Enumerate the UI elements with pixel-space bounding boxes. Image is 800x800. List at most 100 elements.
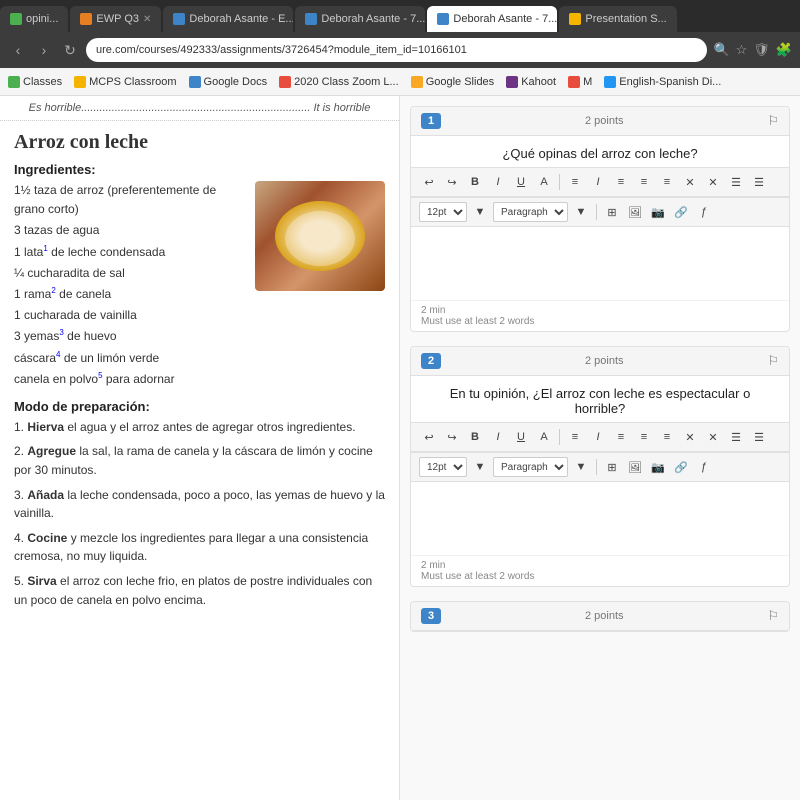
tab-close-ewp[interactable]: ✕ [143,14,151,25]
align-center-button[interactable]: ≡ [657,172,677,192]
bookmark-zoom[interactable]: 2020 Class Zoom L... [279,76,399,88]
tab-icon-presentation [569,13,581,25]
address-input[interactable]: ure.com/courses/492333/assignments/37264… [86,38,707,62]
tab-presentation[interactable]: Presentation S... [559,6,676,32]
para-down2-button[interactable]: ▼ [571,457,591,477]
media-button[interactable]: 📷 [648,202,668,222]
bookmark-label-mail: M [583,76,592,88]
question-3-header: 3 2 points ⚐ [411,602,789,631]
align-right-button[interactable]: ≡ [634,172,654,192]
puzzle-icon[interactable]: 🧩 [776,42,792,58]
list-ul2-button[interactable]: ☰ [726,427,746,447]
redo-button[interactable]: ↪ [442,172,462,192]
redo2-button[interactable]: ↪ [442,427,462,447]
font-down2-button[interactable]: ▼ [470,457,490,477]
font-size-select[interactable]: 12pt [419,202,467,222]
bookmark-label-dict: English-Spanish Di... [619,76,721,88]
math2-button[interactable]: ƒ [694,457,714,477]
font-color-button[interactable]: A [534,172,554,192]
tab-deborah3[interactable]: Deborah Asante - 7... ✕ [427,6,557,32]
question-3-number: 3 [421,608,441,624]
bold-button[interactable]: B [465,172,485,192]
search-icon[interactable]: 🔍 [713,42,729,58]
tab-label-ewp: EWP Q3 [96,13,139,25]
image-button[interactable]: 🖼 [625,202,645,222]
content-area: Es horrible.............................… [0,96,800,800]
reload-button[interactable]: ↻ [60,40,80,60]
question-1-flag-icon[interactable]: ⚐ [767,113,779,129]
italic4-button[interactable]: I [588,427,608,447]
bookmarks-bar: Classes MCPS Classroom Google Docs 2020 … [0,68,800,96]
tab-label-deborah3: Deborah Asante - 7... [453,13,557,25]
italic-button[interactable]: I [488,172,508,192]
tab-opini[interactable]: opini... [0,6,68,32]
align-left2-button[interactable]: ≡ [611,427,631,447]
bold2-button[interactable]: B [465,427,485,447]
bookmark-mcps[interactable]: MCPS Classroom [74,76,176,88]
undo2-button[interactable]: ↩ [419,427,439,447]
bookmark-google-docs[interactable]: Google Docs [189,76,268,88]
back-button[interactable]: ‹ [8,40,28,60]
preparation-label: Modo de preparación: [14,399,385,414]
bookmark-label-mcps: MCPS Classroom [89,76,176,88]
bookmark-star-icon[interactable]: ☆ [736,42,748,58]
question-1-answer-input[interactable] [411,227,789,297]
bookmark-classes[interactable]: Classes [8,76,62,88]
question-2-points: 2 points [585,355,624,367]
italic2-button[interactable]: I [588,172,608,192]
bookmark-google-slides[interactable]: Google Slides [411,76,495,88]
list-ol-button[interactable]: ☰ [749,172,769,192]
bookmark-kahoot[interactable]: Kahoot [506,76,556,88]
ingredients-label: Ingredientes: [14,162,385,177]
list-ul-button[interactable]: ☰ [726,172,746,192]
list-ol2-button[interactable]: ☰ [749,427,769,447]
tab-deborah2[interactable]: Deborah Asante - 7... ✕ [295,6,425,32]
table-button[interactable]: ⊞ [602,202,622,222]
font-color2-button[interactable]: A [534,427,554,447]
underline-button[interactable]: U [511,172,531,192]
question-2-footer: 2 min Must use at least 2 words [411,555,789,586]
ingredient-9: canela en polvo5 para adornar [14,370,385,389]
remove-format2-button[interactable]: ✕ [680,427,700,447]
question-block-3: 3 2 points ⚐ [410,601,790,632]
tab-label-deborah1: Deborah Asante - E... [189,13,293,25]
paragraph2-select[interactable]: Paragraph [493,457,568,477]
font-size2-icon[interactable]: ≡ [565,427,585,447]
para-down-button[interactable]: ▼ [571,202,591,222]
bookmark-english-spanish[interactable]: English-Spanish Di... [604,76,721,88]
link2-button[interactable]: 🔗 [671,457,691,477]
question-2-flag-icon[interactable]: ⚐ [767,353,779,369]
recipe-title: Arroz con leche [14,131,385,154]
remove-button2[interactable]: ✕ [703,172,723,192]
remove-format-button[interactable]: ✕ [680,172,700,192]
italic3-button[interactable]: I [488,427,508,447]
underline2-button[interactable]: U [511,427,531,447]
math-button[interactable]: ƒ [694,202,714,222]
bookmark-icon-mail [568,76,580,88]
media2-button[interactable]: 📷 [648,457,668,477]
table2-button[interactable]: ⊞ [602,457,622,477]
paragraph-select[interactable]: Paragraph [493,202,568,222]
align-center2-button[interactable]: ≡ [657,427,677,447]
question-3-flag-icon[interactable]: ⚐ [767,608,779,624]
font-down-button[interactable]: ▼ [470,202,490,222]
tab-ewp[interactable]: EWP Q3 ✕ [70,6,161,32]
align-left-button[interactable]: ≡ [611,172,631,192]
tab-deborah1[interactable]: Deborah Asante - E... ✕ [163,6,293,32]
bookmark-mail[interactable]: M [568,76,592,88]
step-1: 1. Hierva el agua y el arroz antes de ag… [14,418,385,437]
bookmark-label-classes: Classes [23,76,62,88]
bookmark-icon-classes [8,76,20,88]
recipe-image [255,181,385,291]
forward-button[interactable]: › [34,40,54,60]
font-size-icon[interactable]: ≡ [565,172,585,192]
link-button[interactable]: 🔗 [671,202,691,222]
font-size2-select[interactable]: 12pt [419,457,467,477]
image2-button[interactable]: 🖼 [625,457,645,477]
question-2-toolbar2: 12pt ▼ Paragraph ▼ ⊞ 🖼 📷 🔗 ƒ [411,452,789,482]
question-2-answer-input[interactable] [411,482,789,552]
remove-button3[interactable]: ✕ [703,427,723,447]
bookmark-icon-mcps [74,76,86,88]
align-right2-button[interactable]: ≡ [634,427,654,447]
undo-button[interactable]: ↩ [419,172,439,192]
